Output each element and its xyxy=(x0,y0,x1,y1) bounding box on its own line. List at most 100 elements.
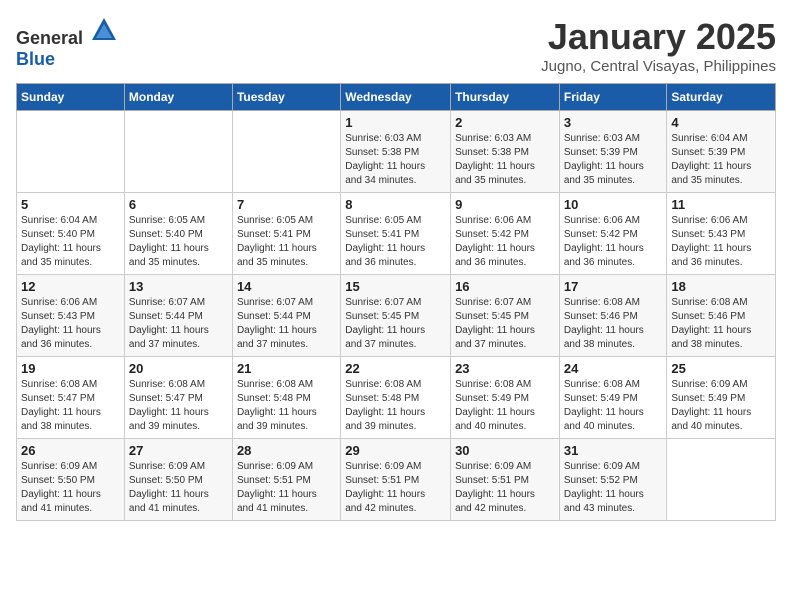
day-number: 2 xyxy=(455,115,555,130)
day-info: Sunrise: 6:09 AM Sunset: 5:51 PM Dayligh… xyxy=(345,460,446,516)
day-number: 15 xyxy=(345,279,446,294)
calendar-cell: 16Sunrise: 6:07 AM Sunset: 5:45 PM Dayli… xyxy=(451,275,560,357)
day-info: Sunrise: 6:03 AM Sunset: 5:38 PM Dayligh… xyxy=(455,132,555,188)
day-info: Sunrise: 6:09 AM Sunset: 5:50 PM Dayligh… xyxy=(129,460,228,516)
day-number: 24 xyxy=(564,361,663,376)
day-number: 26 xyxy=(21,443,120,458)
day-number: 10 xyxy=(564,197,663,212)
day-number: 11 xyxy=(671,197,771,212)
weekday-header-row: SundayMondayTuesdayWednesdayThursdayFrid… xyxy=(17,84,776,111)
calendar-cell: 17 Sunrise: 6:08 AM Sunset: 5:46 PM Dayli… xyxy=(559,275,667,357)
calendar-cell: 11 Sunrise: 6:06 AM Sunset: 5:43 PM Dayli… xyxy=(667,193,776,275)
weekday-header-tuesday: Tuesday xyxy=(232,84,340,111)
calendar-week-row: 12Sunrise: 6:06 AM Sunset: 5:43 PM Dayli… xyxy=(17,275,776,357)
calendar-cell: 8 Sunrise: 6:05 AM Sunset: 5:41 PM Daylig… xyxy=(341,193,451,275)
day-number: 19 xyxy=(21,361,120,376)
calendar-cell: 5Sunrise: 6:04 AM Sunset: 5:40 PM Daylig… xyxy=(17,193,125,275)
day-info: Sunrise: 6:08 AM Sunset: 5:49 PM Dayligh… xyxy=(564,378,663,434)
day-number: 1 xyxy=(345,115,446,130)
day-number: 12 xyxy=(21,279,120,294)
day-info: Sunrise: 6:07 AM Sunset: 5:45 PM Dayligh… xyxy=(455,296,555,352)
calendar-cell: 28Sunrise: 6:09 AM Sunset: 5:51 PM Dayli… xyxy=(232,439,340,521)
day-info: Sunrise: 6:07 AM Sunset: 5:44 PM Dayligh… xyxy=(129,296,228,352)
calendar-cell: 15 Sunrise: 6:07 AM Sunset: 5:45 PM Dayli… xyxy=(341,275,451,357)
day-number: 4 xyxy=(671,115,771,130)
day-number: 22 xyxy=(345,361,446,376)
weekday-header-friday: Friday xyxy=(559,84,667,111)
calendar-cell xyxy=(667,439,776,521)
calendar-cell: 14Sunrise: 6:07 AM Sunset: 5:44 PM Dayli… xyxy=(232,275,340,357)
day-info: Sunrise: 6:09 AM Sunset: 5:49 PM Dayligh… xyxy=(671,378,771,434)
calendar-week-row: 5Sunrise: 6:04 AM Sunset: 5:40 PM Daylig… xyxy=(17,193,776,275)
day-info: Sunrise: 6:08 AM Sunset: 5:46 PM Dayligh… xyxy=(564,296,663,352)
calendar-cell xyxy=(232,111,340,193)
day-info: Sunrise: 6:06 AM Sunset: 5:42 PM Dayligh… xyxy=(455,214,555,270)
day-number: 20 xyxy=(129,361,228,376)
day-info: Sunrise: 6:09 AM Sunset: 5:51 PM Dayligh… xyxy=(455,460,555,516)
calendar-cell: 22 Sunrise: 6:08 AM Sunset: 5:48 PM Dayli… xyxy=(341,357,451,439)
calendar-cell xyxy=(17,111,125,193)
calendar-cell: 12Sunrise: 6:06 AM Sunset: 5:43 PM Dayli… xyxy=(17,275,125,357)
day-number: 13 xyxy=(129,279,228,294)
day-number: 31 xyxy=(564,443,663,458)
calendar-cell: 3Sunrise: 6:03 AM Sunset: 5:39 PM Daylig… xyxy=(559,111,667,193)
logo-blue: Blue xyxy=(16,49,55,69)
weekday-header-wednesday: Wednesday xyxy=(341,84,451,111)
calendar-week-row: 26 Sunrise: 6:09 AM Sunset: 5:50 PM Dayli… xyxy=(17,439,776,521)
day-number: 8 xyxy=(345,197,446,212)
day-info: Sunrise: 6:08 AM Sunset: 5:48 PM Dayligh… xyxy=(237,378,336,434)
calendar-cell: 31Sunrise: 6:09 AM Sunset: 5:52 PM Dayli… xyxy=(559,439,667,521)
day-number: 17 xyxy=(564,279,663,294)
day-info: Sunrise: 6:07 AM Sunset: 5:45 PM Dayligh… xyxy=(345,296,446,352)
calendar-cell: 9 Sunrise: 6:06 AM Sunset: 5:42 PM Daylig… xyxy=(451,193,560,275)
day-info: Sunrise: 6:08 AM Sunset: 5:49 PM Dayligh… xyxy=(455,378,555,434)
day-info: Sunrise: 6:08 AM Sunset: 5:46 PM Dayligh… xyxy=(671,296,771,352)
calendar-cell: 30 Sunrise: 6:09 AM Sunset: 5:51 PM Dayli… xyxy=(451,439,560,521)
day-info: Sunrise: 6:09 AM Sunset: 5:50 PM Dayligh… xyxy=(21,460,120,516)
calendar-cell: 27 Sunrise: 6:09 AM Sunset: 5:50 PM Dayli… xyxy=(124,439,232,521)
calendar-week-row: 1 Sunrise: 6:03 AM Sunset: 5:38 PM Daylig… xyxy=(17,111,776,193)
calendar-cell: 10 Sunrise: 6:06 AM Sunset: 5:42 PM Dayli… xyxy=(559,193,667,275)
day-number: 23 xyxy=(455,361,555,376)
day-info: Sunrise: 6:09 AM Sunset: 5:51 PM Dayligh… xyxy=(237,460,336,516)
day-number: 29 xyxy=(345,443,446,458)
day-number: 9 xyxy=(455,197,555,212)
day-info: Sunrise: 6:04 AM Sunset: 5:39 PM Dayligh… xyxy=(671,132,771,188)
calendar-cell: 20 Sunrise: 6:08 AM Sunset: 5:47 PM Dayli… xyxy=(124,357,232,439)
calendar-cell: 13 Sunrise: 6:07 AM Sunset: 5:44 PM Dayli… xyxy=(124,275,232,357)
calendar-cell: 19 Sunrise: 6:08 AM Sunset: 5:47 PM Dayli… xyxy=(17,357,125,439)
calendar-cell: 23 Sunrise: 6:08 AM Sunset: 5:49 PM Dayli… xyxy=(451,357,560,439)
calendar-cell xyxy=(124,111,232,193)
calendar-cell: 26 Sunrise: 6:09 AM Sunset: 5:50 PM Dayli… xyxy=(17,439,125,521)
logo-icon xyxy=(90,16,118,44)
day-info: Sunrise: 6:05 AM Sunset: 5:41 PM Dayligh… xyxy=(237,214,336,270)
day-info: Sunrise: 6:08 AM Sunset: 5:47 PM Dayligh… xyxy=(21,378,120,434)
day-number: 27 xyxy=(129,443,228,458)
calendar-cell: 24 Sunrise: 6:08 AM Sunset: 5:49 PM Dayli… xyxy=(559,357,667,439)
weekday-header-monday: Monday xyxy=(124,84,232,111)
logo-general: General xyxy=(16,28,83,48)
day-info: Sunrise: 6:06 AM Sunset: 5:42 PM Dayligh… xyxy=(564,214,663,270)
location-title: Jugno, Central Visayas, Philippines xyxy=(541,58,776,75)
day-info: Sunrise: 6:05 AM Sunset: 5:41 PM Dayligh… xyxy=(345,214,446,270)
day-info: Sunrise: 6:08 AM Sunset: 5:48 PM Dayligh… xyxy=(345,378,446,434)
calendar-table: SundayMondayTuesdayWednesdayThursdayFrid… xyxy=(16,83,776,521)
calendar-cell: 29 Sunrise: 6:09 AM Sunset: 5:51 PM Dayli… xyxy=(341,439,451,521)
calendar-cell: 4 Sunrise: 6:04 AM Sunset: 5:39 PM Daylig… xyxy=(667,111,776,193)
calendar-week-row: 19 Sunrise: 6:08 AM Sunset: 5:47 PM Dayli… xyxy=(17,357,776,439)
day-number: 18 xyxy=(671,279,771,294)
day-info: Sunrise: 6:03 AM Sunset: 5:38 PM Dayligh… xyxy=(345,132,446,188)
day-info: Sunrise: 6:06 AM Sunset: 5:43 PM Dayligh… xyxy=(671,214,771,270)
day-number: 30 xyxy=(455,443,555,458)
calendar-cell: 25Sunrise: 6:09 AM Sunset: 5:49 PM Dayli… xyxy=(667,357,776,439)
day-number: 7 xyxy=(237,197,336,212)
day-info: Sunrise: 6:08 AM Sunset: 5:47 PM Dayligh… xyxy=(129,378,228,434)
calendar-cell: 6 Sunrise: 6:05 AM Sunset: 5:40 PM Daylig… xyxy=(124,193,232,275)
day-info: Sunrise: 6:03 AM Sunset: 5:39 PM Dayligh… xyxy=(564,132,663,188)
logo: General Blue xyxy=(16,16,118,70)
title-block: January 2025 Jugno, Central Visayas, Phi… xyxy=(541,16,776,75)
day-number: 6 xyxy=(129,197,228,212)
day-info: Sunrise: 6:04 AM Sunset: 5:40 PM Dayligh… xyxy=(21,214,120,270)
day-info: Sunrise: 6:05 AM Sunset: 5:40 PM Dayligh… xyxy=(129,214,228,270)
calendar-cell: 21Sunrise: 6:08 AM Sunset: 5:48 PM Dayli… xyxy=(232,357,340,439)
